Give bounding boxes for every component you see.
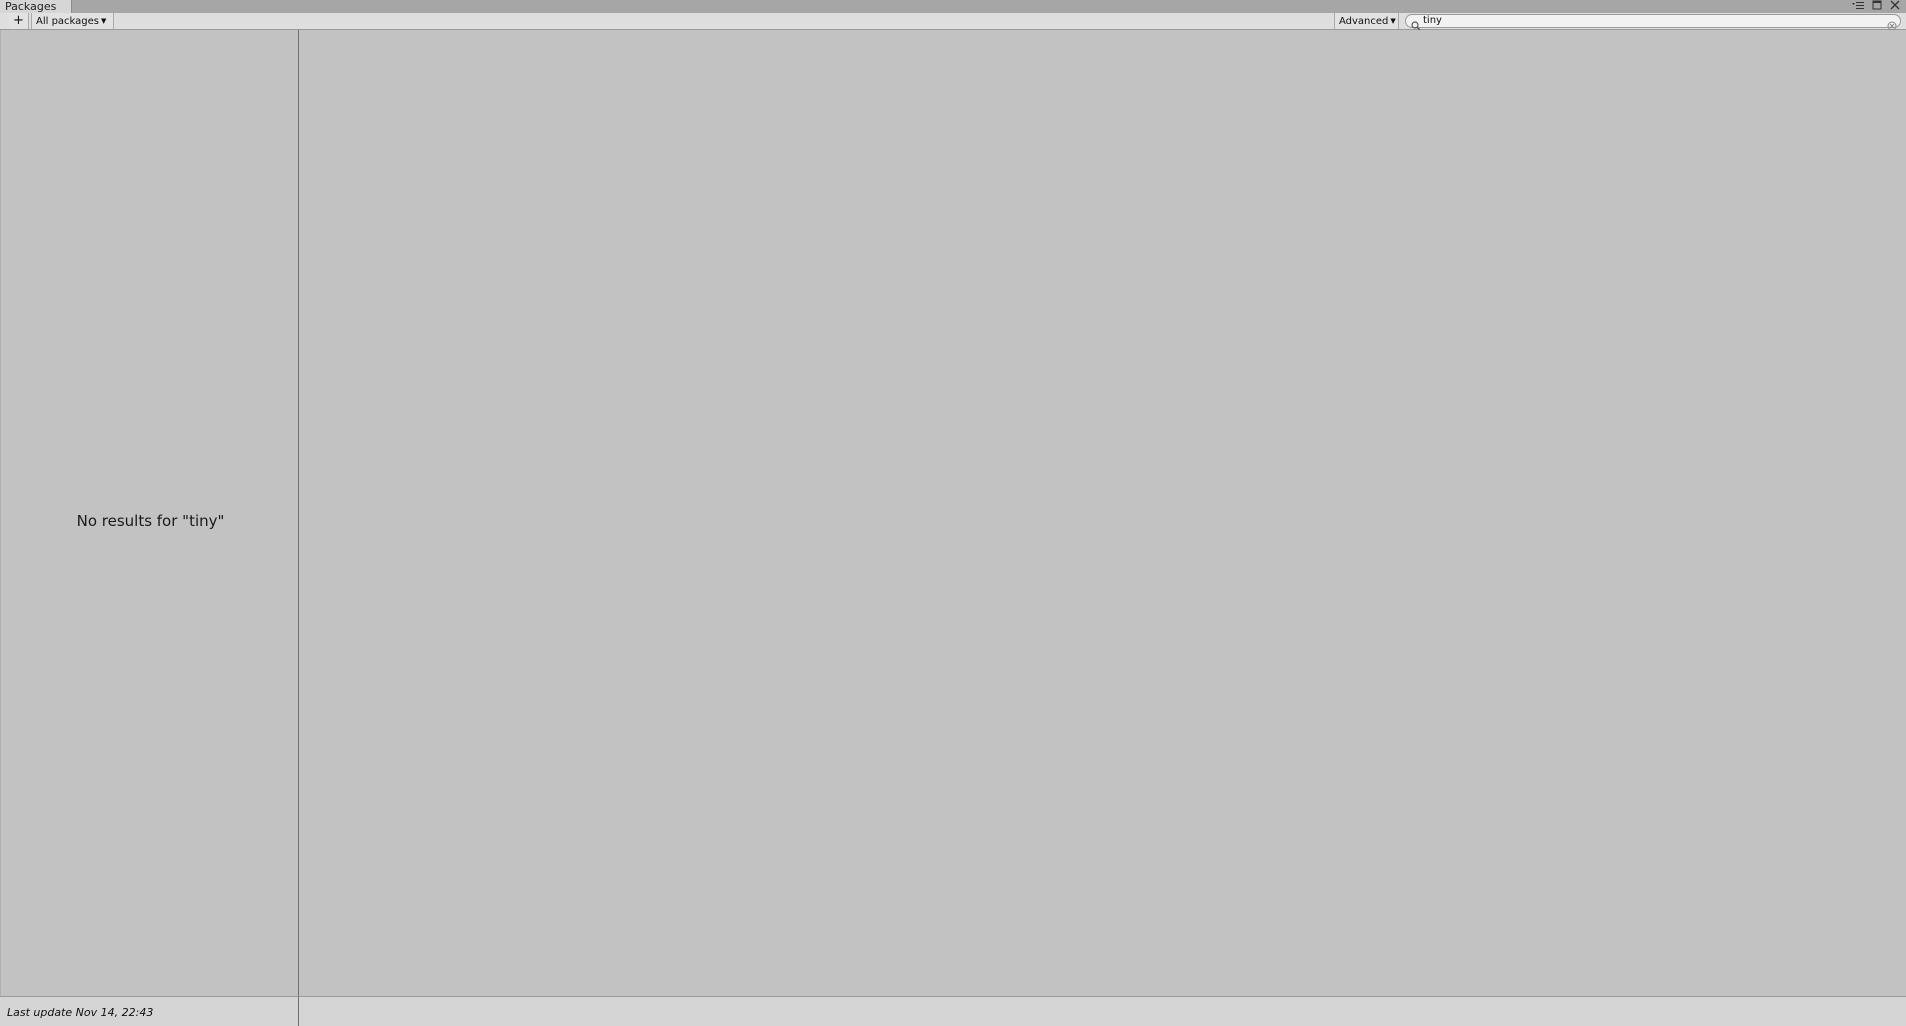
details-footer bbox=[299, 996, 1906, 1026]
close-icon[interactable] bbox=[1890, 0, 1900, 13]
clear-search-icon[interactable] bbox=[1887, 16, 1897, 31]
package-details-panel bbox=[299, 30, 1906, 996]
search-icon bbox=[1411, 16, 1421, 31]
menu-icon[interactable] bbox=[1852, 1, 1864, 13]
search-input[interactable] bbox=[1423, 15, 1863, 27]
add-package-button[interactable]: + bbox=[9, 13, 29, 29]
tab-packages[interactable]: Packages bbox=[0, 0, 72, 13]
toolbar: + All packages ▼ Advanced ▼ bbox=[0, 13, 1906, 31]
no-results-message: No results for "tiny" bbox=[76, 512, 225, 530]
maximize-icon[interactable] bbox=[1872, 0, 1882, 13]
last-update-label: Last update Nov 14, 22:43 bbox=[7, 1006, 154, 1019]
package-filter-label: All packages bbox=[36, 16, 100, 27]
chevron-down-icon: ▼ bbox=[101, 17, 107, 25]
advanced-dropdown[interactable]: Advanced ▼ bbox=[1334, 13, 1399, 29]
status-bar: Last update Nov 14, 22:43 bbox=[0, 996, 299, 1026]
package-list-panel[interactable]: No results for "tiny" bbox=[0, 30, 299, 996]
advanced-label: Advanced bbox=[1339, 16, 1389, 27]
chevron-down-icon: ▼ bbox=[1390, 17, 1396, 25]
tab-bar: Packages bbox=[0, 0, 1906, 13]
package-filter-dropdown[interactable]: All packages ▼ bbox=[31, 13, 114, 29]
package-manager-window: Packages + All packages ▼ Advanced ▼ tin… bbox=[0, 0, 1906, 1026]
window-controls bbox=[1852, 0, 1900, 13]
search-field[interactable] bbox=[1405, 14, 1901, 31]
